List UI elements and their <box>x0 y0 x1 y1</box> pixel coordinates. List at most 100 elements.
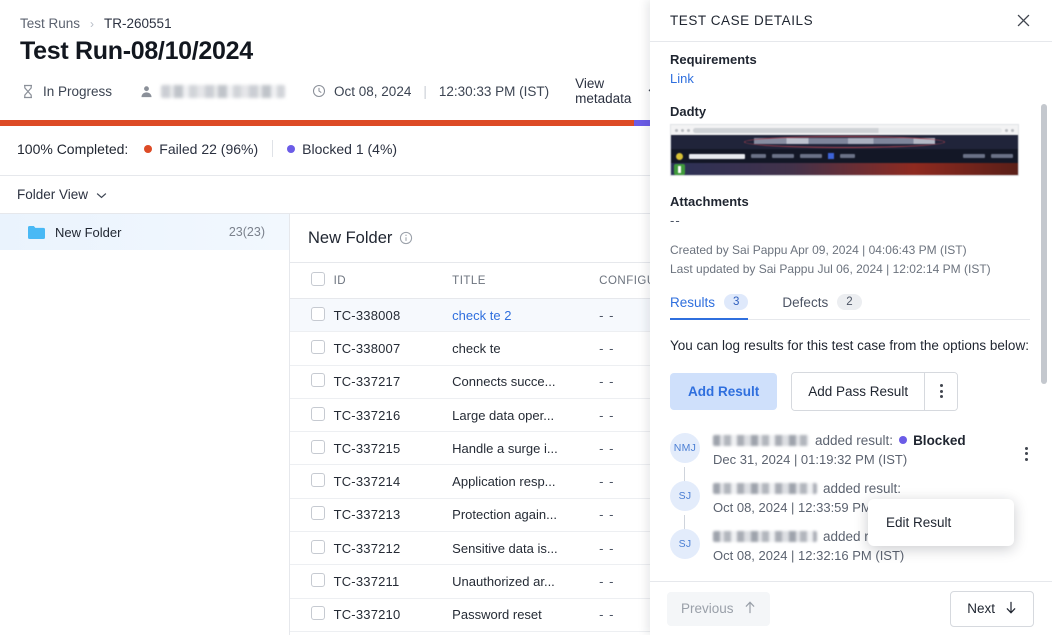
kebab-menu-icon[interactable] <box>924 372 958 410</box>
result-kebab-menu-icon[interactable] <box>1025 437 1028 461</box>
row-title-cell: check te <box>452 331 600 366</box>
nav-item <box>800 154 822 158</box>
header-id[interactable]: ID <box>333 262 453 299</box>
row-checkbox[interactable] <box>311 506 325 521</box>
panel-vertical-scrollbar[interactable] <box>1041 104 1047 384</box>
row-id: TC-337216 <box>333 407 401 423</box>
requirements-link[interactable]: Link <box>670 71 1030 86</box>
result-headline: added result: Blocked <box>713 433 1030 448</box>
header-title[interactable]: TITLE <box>452 262 600 299</box>
row-title[interactable]: Unauthorized ar... <box>452 574 592 589</box>
add-result-button[interactable]: Add Result <box>670 372 778 410</box>
row-checkbox[interactable] <box>311 373 325 388</box>
row-title[interactable]: Handle a surge i... <box>452 441 592 456</box>
run-meta-row: In Progress Oct 08, 2024 | 12:30:33 PM (… <box>0 66 660 106</box>
row-title-cell: Application resp... <box>452 464 600 499</box>
row-checkbox[interactable] <box>311 573 325 588</box>
row-id-cell: TC-338008 <box>333 298 453 333</box>
info-icon[interactable] <box>399 231 413 245</box>
grid-icon <box>828 153 834 159</box>
row-checkbox[interactable] <box>311 539 325 554</box>
brand-name <box>689 153 745 159</box>
table-row[interactable]: TC-337216 Large data oper... - - <box>290 398 660 433</box>
thumbnail-url-bar <box>671 125 1018 135</box>
row-config: - - <box>599 440 615 456</box>
tab-results[interactable]: Results 3 <box>670 294 749 321</box>
folder-view-dropdown[interactable]: Folder View <box>0 176 660 213</box>
row-config: - - <box>599 407 615 423</box>
stat-blocked[interactable]: Blocked 1 (4%) <box>287 141 397 157</box>
folder-item-new-folder[interactable]: New Folder 23(23) <box>0 214 289 250</box>
row-title[interactable]: Application resp... <box>452 474 592 489</box>
test-case-details-panel: TEST CASE DETAILS Requirements Link Dadt… <box>650 0 1052 635</box>
table-row[interactable]: TC-337210 Password reset - - <box>290 598 660 632</box>
row-checkbox[interactable] <box>311 339 325 354</box>
row-id: TC-337210 <box>333 607 401 623</box>
table-row[interactable]: TC-337211 Unauthorized ar... - - <box>290 564 660 599</box>
result-status-label: Blocked <box>913 432 966 448</box>
row-title-cell: Handle a surge i... <box>452 431 600 466</box>
stat-failed[interactable]: Failed 22 (96%) <box>144 141 258 157</box>
row-id-cell: TC-337211 <box>333 564 453 599</box>
breadcrumb-test-runs[interactable]: Test Runs <box>20 16 80 31</box>
row-title-cell: Password reset <box>452 598 600 632</box>
context-menu-item-edit-result[interactable]: Edit Result <box>868 508 1014 537</box>
row-title-cell: Large data oper... <box>452 398 600 433</box>
row-id: TC-338008 <box>333 307 401 323</box>
table-title: New Folder <box>308 228 393 247</box>
back-arrow-icon <box>675 128 678 132</box>
page-title: Test Run-08/10/2024 <box>20 37 253 65</box>
next-button[interactable]: Next <box>950 590 1034 627</box>
panel-header: TEST CASE DETAILS <box>650 0 1052 41</box>
previous-button[interactable]: Previous <box>667 591 770 626</box>
table-row[interactable]: TC-338008 check te 2 - - <box>290 298 660 333</box>
row-title[interactable]: Sensitive data is... <box>452 541 592 556</box>
row-select-cell <box>290 398 334 433</box>
add-pass-result-group: Add Pass Result <box>791 371 959 411</box>
run-date: Oct 08, 2024 <box>334 83 412 99</box>
select-all-checkbox[interactable] <box>311 272 325 286</box>
row-title[interactable]: Connects succe... <box>452 374 592 389</box>
panel-scroll-body[interactable]: Requirements Link Dadty Attachments -- C… <box>650 42 1052 581</box>
result-actions: Add Result Add Pass Result <box>670 371 1030 411</box>
run-owner-name-redacted <box>161 84 286 98</box>
row-checkbox[interactable] <box>311 306 325 321</box>
row-id-cell: TC-337214 <box>333 464 453 499</box>
user-icon <box>138 83 154 99</box>
row-title[interactable]: Protection again... <box>452 507 592 522</box>
attachment-thumbnail[interactable] <box>670 124 1019 176</box>
failed-status-dot <box>144 144 153 153</box>
row-select-cell <box>290 598 334 632</box>
tab-defects-badge: 2 <box>837 294 862 311</box>
previous-button-label: Previous <box>681 601 734 616</box>
table-row[interactable]: TC-337214 Application resp... - - <box>290 464 660 499</box>
table-row[interactable]: TC-337212 Sensitive data is... - - <box>290 531 660 566</box>
summary-divider <box>272 140 274 157</box>
row-checkbox[interactable] <box>311 406 325 421</box>
row-checkbox[interactable] <box>311 473 325 488</box>
row-title[interactable]: check te <box>452 341 592 356</box>
row-title-cell: Unauthorized ar... <box>452 564 600 599</box>
row-checkbox[interactable] <box>311 439 325 454</box>
table-row[interactable]: TC-337217 Connects succe... - - <box>290 365 660 399</box>
row-title[interactable]: Large data oper... <box>452 408 592 423</box>
close-icon[interactable] <box>1012 10 1034 32</box>
table-row[interactable]: TC-337213 Protection again... - - <box>290 498 660 533</box>
table-row[interactable]: TC-337215 Handle a surge i... - - <box>290 431 660 466</box>
test-case-table: ID TITLE CONFIGU TC-338008 check te 2- -T… <box>290 262 660 632</box>
add-pass-result-button[interactable]: Add Pass Result <box>792 372 925 410</box>
breadcrumb-current-run[interactable]: TR-260551 <box>104 16 172 31</box>
row-checkbox[interactable] <box>311 606 325 621</box>
view-metadata-button[interactable]: View metadata <box>575 76 660 106</box>
app-root: Test Runs › TR-260551 Test Run-08/10/202… <box>0 0 1052 635</box>
reload-icon <box>687 128 690 132</box>
row-id-cell: TC-337215 <box>333 431 453 466</box>
folder-item-count: 23(23) <box>228 225 265 239</box>
nav-item <box>751 154 766 158</box>
tab-defects-label: Defects <box>782 294 829 310</box>
table-row[interactable]: TC-338007 check te - - <box>290 331 660 366</box>
row-title[interactable]: check te 2 <box>452 308 592 323</box>
tab-defects[interactable]: Defects 2 <box>782 294 862 319</box>
completion-label: 100% Completed: <box>17 140 129 157</box>
row-title[interactable]: Password reset <box>452 607 592 622</box>
